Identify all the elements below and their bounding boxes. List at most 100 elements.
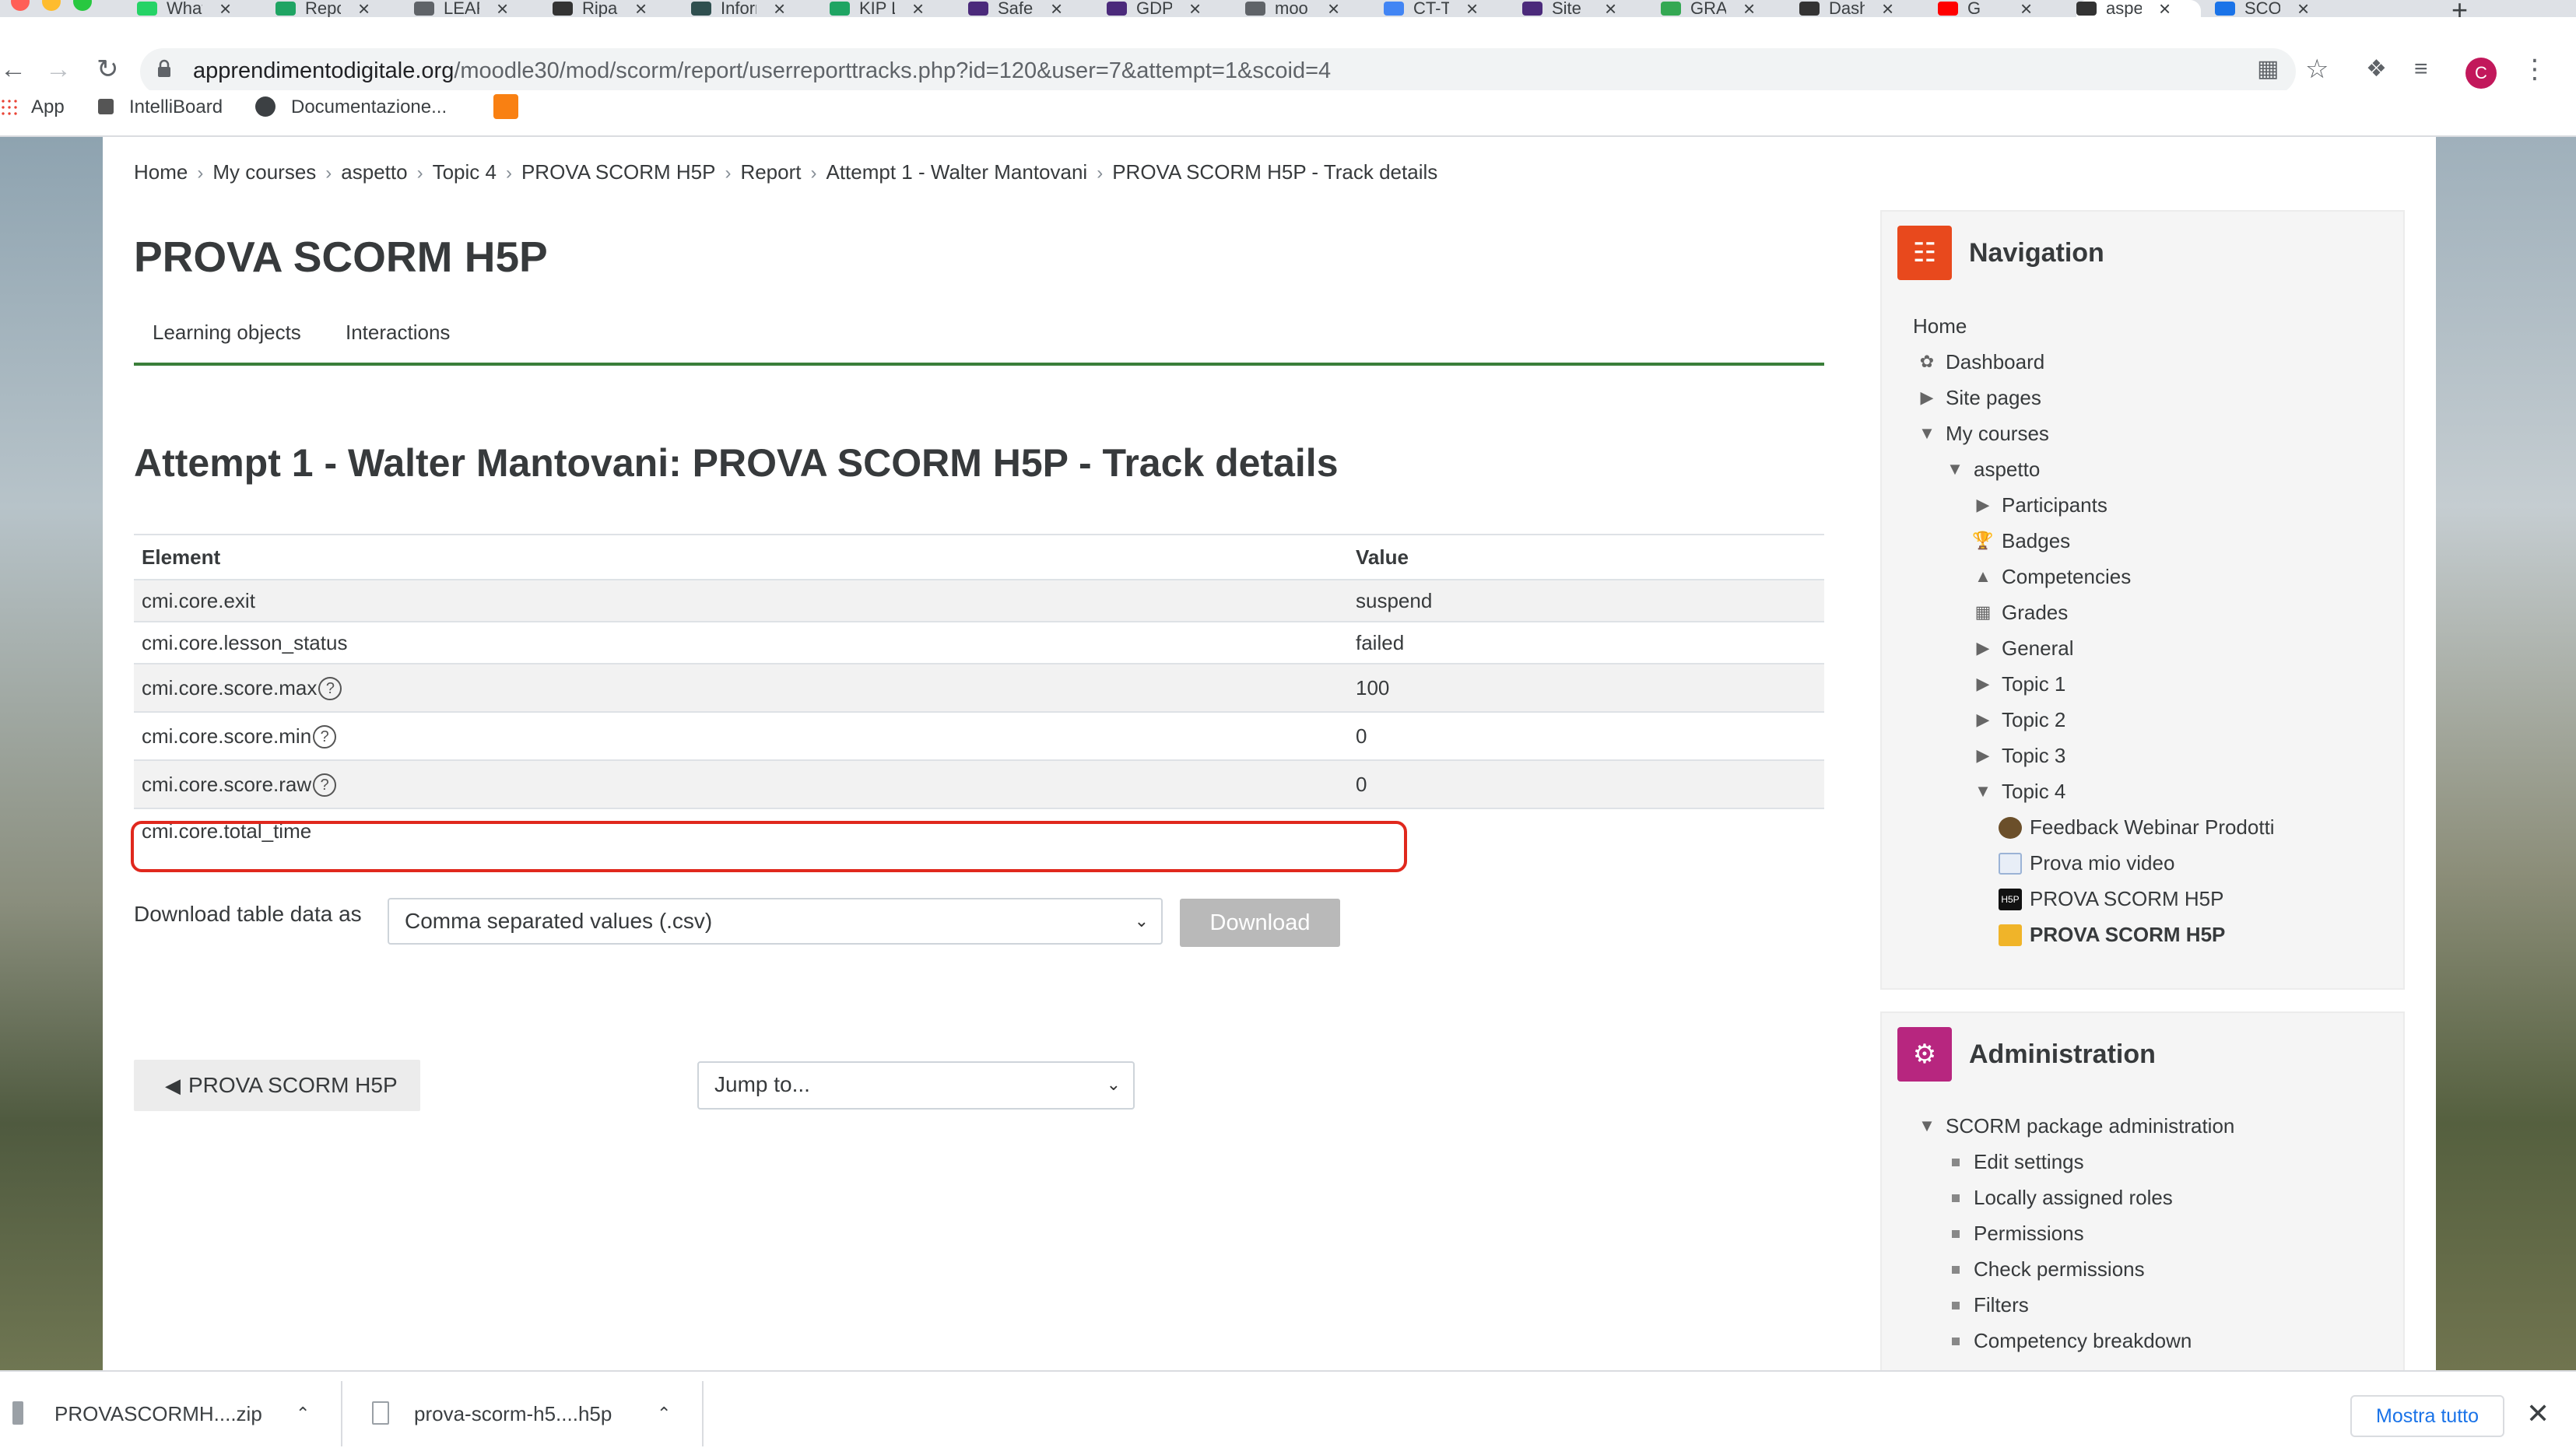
browser-tab[interactable]: CT-T × — [1384, 0, 1508, 19]
breadcrumb-item[interactable]: My courses — [212, 160, 316, 184]
nav-item[interactable]: ▶ Participants — [1977, 492, 2107, 518]
nav-item[interactable]: Feedback Webinar Prodotti — [1999, 814, 2275, 840]
browser-tab[interactable]: G × — [1938, 0, 2062, 19]
nav-item[interactable]: ▶ Topic 2 — [1977, 706, 2066, 733]
browser-tab[interactable]: Inforr × — [691, 0, 816, 19]
browser-tab[interactable]: KIP L × — [830, 0, 954, 19]
admin-item[interactable]: Permissions — [1952, 1220, 2084, 1246]
nav-item[interactable]: PROVA SCORM H5P — [1999, 921, 2225, 948]
tab-close-icon[interactable]: × — [1743, 0, 1755, 19]
back-to-activity-button[interactable]: ◀ PROVA SCORM H5P — [134, 1060, 420, 1111]
nav-item[interactable]: ▶ Topic 1 — [1977, 671, 2066, 697]
browser-tab[interactable]: Repo × — [275, 0, 400, 19]
tab-close-icon[interactable]: × — [2020, 0, 2032, 19]
nav-item[interactable]: ✿ Dashboard — [1920, 349, 2044, 375]
download-item-zip[interactable]: PROVASCORMH....zip — [54, 1395, 262, 1432]
tab-close-icon[interactable]: × — [1605, 0, 1616, 19]
profile-avatar[interactable]: C — [2465, 58, 2497, 89]
page-background-right — [2436, 137, 2576, 1370]
browser-tab[interactable]: GRAI × — [1661, 0, 1785, 19]
extensions-icon[interactable]: ❖ — [2366, 56, 2387, 82]
tab-close-icon[interactable]: × — [1328, 0, 1339, 19]
breadcrumb-item[interactable]: PROVA SCORM H5P — [521, 160, 715, 184]
tab-close-icon[interactable]: × — [497, 0, 508, 19]
download-button[interactable]: Download — [1180, 899, 1340, 947]
browser-tab[interactable]: Dash × — [1799, 0, 1924, 19]
zoom-window-dot[interactable] — [73, 0, 92, 11]
tab-close-icon[interactable]: × — [774, 0, 785, 19]
browser-tab[interactable]: GDPI × — [1107, 0, 1231, 19]
browser-tab[interactable]: Ripar × — [553, 0, 677, 19]
nav-item[interactable]: ▼ aspetto — [1946, 456, 2040, 482]
tab-close-icon[interactable]: × — [2159, 0, 2171, 19]
tab-close-icon[interactable]: × — [219, 0, 231, 19]
admin-item[interactable]: Filters — [1952, 1292, 2029, 1318]
tab-close-icon[interactable]: × — [912, 0, 924, 19]
bookmark-apps[interactable]: App — [0, 93, 65, 121]
bookmark-star-icon[interactable]: ☆ — [2305, 56, 2329, 82]
nav-item[interactable]: Home — [1913, 313, 1967, 339]
chevron-up-icon[interactable]: ⌃ — [657, 1395, 671, 1432]
nav-item[interactable]: ▼ Topic 4 — [1974, 778, 2065, 805]
admin-item[interactable]: Competency breakdown — [1952, 1327, 2192, 1354]
browser-tab[interactable]: Site × — [1522, 0, 1647, 19]
reading-list-icon[interactable]: ≡ — [2414, 56, 2428, 82]
tab-interactions[interactable]: Interactions — [346, 321, 450, 345]
admin-item[interactable]: Locally assigned roles — [1952, 1184, 2173, 1211]
tab-learning-objects[interactable]: Learning objects — [153, 321, 301, 345]
close-icon[interactable]: ✕ — [2526, 1395, 2550, 1432]
tab-close-icon[interactable]: × — [635, 0, 647, 19]
nav-item[interactable]: H5P PROVA SCORM H5P — [1999, 885, 2223, 912]
back-arrow-icon[interactable]: ← — [0, 56, 26, 82]
nav-item[interactable]: ▼ My courses — [1918, 420, 2049, 447]
tab-favicon-icon — [137, 2, 157, 16]
nav-item[interactable]: Prova mio video — [1999, 850, 2174, 876]
close-window-dot[interactable] — [11, 0, 30, 11]
browser-tab[interactable]: What × — [137, 0, 261, 19]
help-icon[interactable]: ? — [318, 676, 342, 700]
browser-tab[interactable]: SCOI × — [2215, 0, 2339, 19]
tab-close-icon[interactable]: × — [2297, 0, 2309, 19]
tab-close-icon[interactable]: × — [1882, 0, 1893, 19]
admin-section-scorm[interactable]: ▼ SCORM package administration — [1918, 1113, 2234, 1139]
bookmark-documentazione[interactable]: Documentazione... — [255, 93, 447, 121]
help-icon[interactable]: ? — [313, 773, 337, 797]
browser-tab[interactable]: moo × — [1245, 0, 1370, 19]
tab-close-icon[interactable]: × — [358, 0, 370, 19]
breadcrumb-item[interactable]: Topic 4 — [433, 160, 497, 184]
download-format-select[interactable]: Comma separated values (.csv) ⌄ — [388, 898, 1163, 945]
browser-tab[interactable]: LEAR × — [414, 0, 539, 19]
nav-item[interactable]: ▶ General — [1977, 635, 2074, 661]
nav-item[interactable]: ▦ Grades — [1975, 599, 2069, 626]
tab-close-icon[interactable]: × — [1189, 0, 1201, 19]
tab-close-icon[interactable]: × — [1466, 0, 1478, 19]
show-all-button[interactable]: Mostra tutto — [2350, 1395, 2504, 1437]
url-text[interactable]: apprendimentodigitale.org/moodle30/mod/s… — [193, 58, 1331, 84]
browser-menu-icon[interactable]: ⋮ — [2522, 56, 2548, 82]
translate-icon[interactable]: ▦ — [2257, 56, 2279, 82]
table-row: cmi.core.lesson_status failed — [134, 621, 1824, 664]
breadcrumb-item[interactable]: Home — [134, 160, 188, 184]
bookmark-moodle[interactable] — [493, 93, 518, 121]
browser-tab[interactable]: Safe × — [968, 0, 1093, 19]
bookmark-intelliboard[interactable]: IntelliBoard — [98, 93, 223, 121]
admin-item[interactable]: Edit settings — [1952, 1148, 2084, 1175]
jump-to-select[interactable]: Jump to... ⌄ — [697, 1061, 1135, 1110]
nav-item[interactable]: 🏆 Badges — [1972, 528, 2070, 554]
help-icon[interactable]: ? — [313, 724, 337, 749]
nav-item[interactable]: ▶ Site pages — [1921, 384, 2041, 411]
nav-item[interactable]: ▶ Topic 3 — [1977, 742, 2066, 769]
browser-tab[interactable]: aspe × — [2076, 0, 2201, 19]
download-item-h5p[interactable]: prova-scorm-h5....h5p — [414, 1395, 612, 1432]
breadcrumb-item[interactable]: Report — [740, 160, 801, 184]
minimize-window-dot[interactable] — [42, 0, 61, 11]
tab-close-icon[interactable]: × — [1051, 0, 1062, 19]
admin-item[interactable]: Check permissions — [1952, 1256, 2145, 1282]
breadcrumb-item[interactable]: Attempt 1 - Walter Mantovani — [826, 160, 1087, 184]
nav-item[interactable]: ▲ Competencies — [1974, 563, 2131, 590]
breadcrumb-item[interactable]: aspetto — [341, 160, 407, 184]
chevron-up-icon[interactable]: ⌃ — [296, 1395, 310, 1432]
reload-icon[interactable]: ↻ — [97, 56, 119, 82]
value-cell: 0 — [1348, 759, 1824, 808]
forward-arrow-icon[interactable]: → — [45, 56, 72, 82]
